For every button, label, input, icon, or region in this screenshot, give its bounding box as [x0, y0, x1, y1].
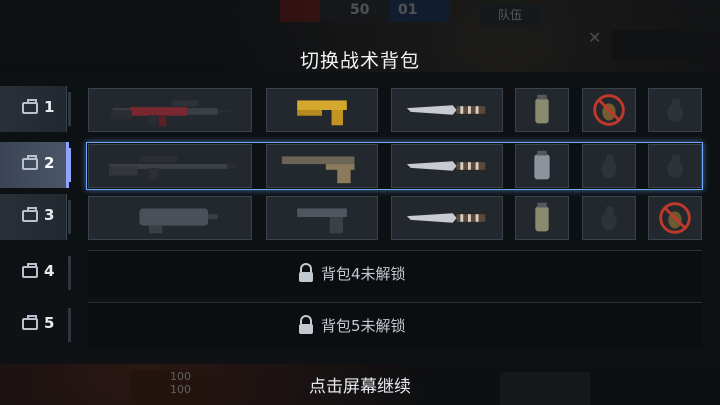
sniper-rifle-icon	[108, 156, 237, 180]
loadout-tab-1[interactable]: 1	[0, 86, 67, 132]
row-separator	[68, 200, 71, 234]
grenade-slot-3[interactable]	[648, 88, 702, 132]
grenade-empty-icon	[667, 98, 683, 123]
knife-slot[interactable]	[391, 144, 503, 188]
loadout-row-4[interactable]: 4 背包4未解锁	[0, 250, 720, 300]
loadout-number: 2	[44, 154, 55, 172]
grenade-slot-2[interactable]	[582, 88, 636, 132]
combat-knife-icon	[406, 105, 486, 115]
main-weapon-slot[interactable]	[88, 196, 252, 240]
pistol-tan-icon	[281, 156, 355, 184]
loadout-number: 3	[44, 206, 55, 224]
backpack-icon	[22, 99, 38, 114]
backpack-icon	[22, 155, 38, 170]
row-separator	[68, 148, 71, 182]
locked-label: 背包4未解锁	[321, 264, 406, 283]
grenade-slot-1[interactable]	[515, 144, 569, 188]
grenade-slot-2[interactable]	[582, 144, 636, 188]
backpack-icon	[22, 315, 38, 330]
combat-knife-icon	[406, 213, 486, 223]
grenade-empty-icon	[601, 154, 617, 179]
locked-slot: 背包4未解锁	[88, 250, 702, 297]
lock-icon	[299, 315, 313, 334]
grenade-slot-3[interactable]	[648, 196, 702, 240]
knife-slot[interactable]	[391, 196, 503, 240]
loadout-number: 1	[44, 98, 55, 116]
loadout-row-1[interactable]: 1	[0, 86, 720, 136]
grenade-empty-icon	[601, 206, 617, 231]
dialog-title: 切换战术背包	[299, 50, 420, 72]
combat-knife-icon	[406, 161, 486, 171]
lock-icon	[299, 263, 313, 282]
grenade-slot-1[interactable]	[515, 196, 569, 240]
main-weapon-slot[interactable]	[88, 88, 252, 132]
pistol-slot[interactable]	[266, 144, 378, 188]
loadout-number: 5	[44, 314, 55, 332]
grenade-slot-3[interactable]	[648, 144, 702, 188]
row-separator	[68, 256, 71, 290]
grenade-forbidden-icon	[593, 94, 625, 126]
knife-slot[interactable]	[391, 88, 503, 132]
backpack-icon	[22, 207, 38, 222]
beretta-pistol-icon	[297, 208, 347, 234]
pistol-slot[interactable]	[266, 196, 378, 240]
frag-grenade-forbidden-icon	[659, 202, 691, 234]
backpack-icon	[22, 263, 38, 278]
pistol-slot[interactable]	[266, 88, 378, 132]
loadout-tab-4[interactable]: 4	[0, 250, 66, 296]
tap-to-continue[interactable]: 点击屏幕继续	[0, 372, 720, 397]
flash-grenade-icon	[534, 150, 550, 180]
m4a1-rifle-icon	[110, 100, 232, 127]
grenade-slot-1[interactable]	[515, 88, 569, 132]
desert-eagle-gold-icon	[297, 100, 347, 126]
loadout-tab-2[interactable]: 2	[0, 142, 69, 188]
row-separator	[68, 308, 71, 342]
loadout-row-2[interactable]: 2	[0, 142, 720, 192]
loadout-panel: 1 2 3 4 背包4未解锁 5 背包5未解锁	[0, 72, 720, 364]
smoke-grenade-icon	[535, 202, 549, 232]
grenade-slot-2[interactable]	[582, 196, 636, 240]
loadout-row-5[interactable]: 5 背包5未解锁	[0, 302, 720, 352]
locked-label: 背包5未解锁	[321, 316, 406, 335]
loadout-number: 4	[44, 262, 55, 280]
locked-slot: 背包5未解锁	[88, 302, 702, 349]
p90-smg-icon	[139, 208, 218, 234]
main-weapon-slot[interactable]	[88, 144, 252, 188]
loadout-row-3[interactable]: 3	[0, 194, 720, 244]
row-separator	[68, 92, 71, 126]
grenade-empty-icon	[667, 154, 683, 179]
smoke-grenade-icon	[535, 94, 549, 124]
loadout-tab-5[interactable]: 5	[0, 302, 66, 348]
loadout-tab-3[interactable]: 3	[0, 194, 67, 240]
